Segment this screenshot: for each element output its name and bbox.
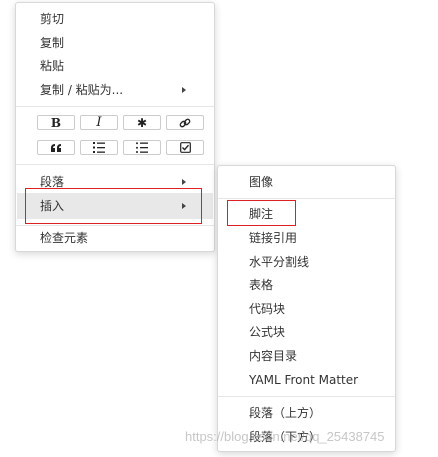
menu-item-copy[interactable]: 复制 xyxy=(40,32,208,54)
menu-separator xyxy=(16,225,214,226)
link-button[interactable] xyxy=(166,115,204,130)
footnote-highlight-box xyxy=(227,200,296,226)
italic-button[interactable]: I xyxy=(80,115,118,130)
insert-highlight-box xyxy=(25,188,202,224)
task-list-icon xyxy=(179,142,191,153)
bold-button[interactable]: B xyxy=(37,115,75,130)
link-icon xyxy=(179,118,191,127)
menu-item-copy-paste-as-label: 复制 / 粘贴为... xyxy=(40,83,124,97)
menu-item-paragraph-label: 段落 xyxy=(40,175,65,189)
task-list-button[interactable] xyxy=(166,140,204,155)
watermark: https://blog.csdn.net/qq_25438745 xyxy=(185,429,385,444)
submenu-item-paragraph-above[interactable]: 段落（上方） xyxy=(249,402,389,424)
unordered-list-icon xyxy=(136,142,148,153)
quote-button[interactable] xyxy=(37,140,75,155)
submenu-item-horizontal-rule[interactable]: 水平分割线 xyxy=(249,251,389,273)
chevron-right-icon xyxy=(182,179,186,185)
ordered-list-button[interactable] xyxy=(80,140,118,155)
code-button[interactable]: ✱ xyxy=(123,115,161,130)
code-icon: ✱ xyxy=(136,115,148,130)
submenu-item-table[interactable]: 表格 xyxy=(249,274,389,296)
ordered-list-icon xyxy=(93,142,105,153)
submenu-item-image[interactable]: 图像 xyxy=(249,171,389,193)
bold-icon: B xyxy=(50,115,62,130)
menu-item-cut[interactable]: 剪切 xyxy=(40,8,208,30)
submenu-item-math-block[interactable]: 公式块 xyxy=(249,321,389,343)
submenu-item-yaml-front-matter[interactable]: YAML Front Matter xyxy=(249,369,389,391)
menu-item-copy-paste-as[interactable]: 复制 / 粘贴为... xyxy=(40,79,208,101)
menu-separator xyxy=(218,198,395,199)
menu-separator xyxy=(16,106,214,107)
italic-icon: I xyxy=(96,115,102,130)
menu-separator xyxy=(218,396,395,397)
submenu-item-toc[interactable]: 内容目录 xyxy=(249,345,389,367)
unordered-list-button[interactable] xyxy=(123,140,161,155)
menu-separator xyxy=(16,164,214,165)
submenu-item-link-reference[interactable]: 链接引用 xyxy=(249,227,389,249)
submenu-item-code-block[interactable]: 代码块 xyxy=(249,298,389,320)
menu-item-paste[interactable]: 粘贴 xyxy=(40,55,208,77)
chevron-right-icon xyxy=(182,87,186,93)
menu-item-inspect-element[interactable]: 检查元素 xyxy=(40,227,208,249)
quote-icon xyxy=(51,143,61,152)
